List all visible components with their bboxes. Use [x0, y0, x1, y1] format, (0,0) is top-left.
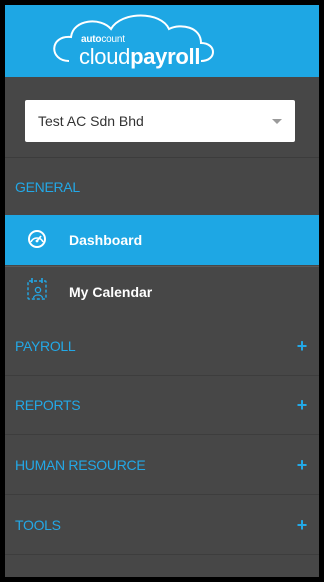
brand-header: autocount cloudpayroll: [5, 5, 319, 77]
plus-icon[interactable]: +: [297, 376, 308, 435]
calendar-user-icon: [25, 267, 55, 317]
sidebar-item-my-calendar[interactable]: My Calendar: [5, 266, 319, 316]
sidebar-menu-human-resource[interactable]: HUMAN RESOURCE +: [5, 436, 319, 495]
company-select[interactable]: Test AC Sdn Bhd: [25, 100, 295, 142]
sidebar-menu-payroll[interactable]: PAYROLL +: [5, 317, 319, 376]
sidebar-item-label: Dashboard: [69, 232, 143, 248]
sidebar-item-dashboard[interactable]: Dashboard: [5, 215, 319, 265]
plus-icon[interactable]: +: [297, 317, 308, 376]
sidebar-menu-reports[interactable]: REPORTS +: [5, 376, 319, 435]
company-select-value: Test AC Sdn Bhd: [38, 113, 144, 129]
section-general-heading: GENERAL: [5, 157, 319, 215]
sidebar-menu-label: PAYROLL: [15, 338, 76, 354]
brand-big-text: cloudpayroll: [79, 44, 201, 69]
plus-icon[interactable]: +: [297, 436, 308, 495]
app-sidebar: autocount cloudpayroll Test AC Sdn Bhd G…: [0, 0, 324, 582]
chevron-down-icon: [272, 119, 282, 124]
plus-icon[interactable]: +: [297, 496, 308, 555]
dashboard-gauge-icon: [25, 215, 55, 265]
sidebar-menu-label: HUMAN RESOURCE: [15, 457, 146, 473]
sidebar-item-label: My Calendar: [69, 284, 153, 300]
sidebar-menu-label: REPORTS: [15, 397, 81, 413]
sidebar-menu-label: TOOLS: [15, 517, 61, 533]
sidebar-menu-tools[interactable]: TOOLS +: [5, 496, 319, 555]
